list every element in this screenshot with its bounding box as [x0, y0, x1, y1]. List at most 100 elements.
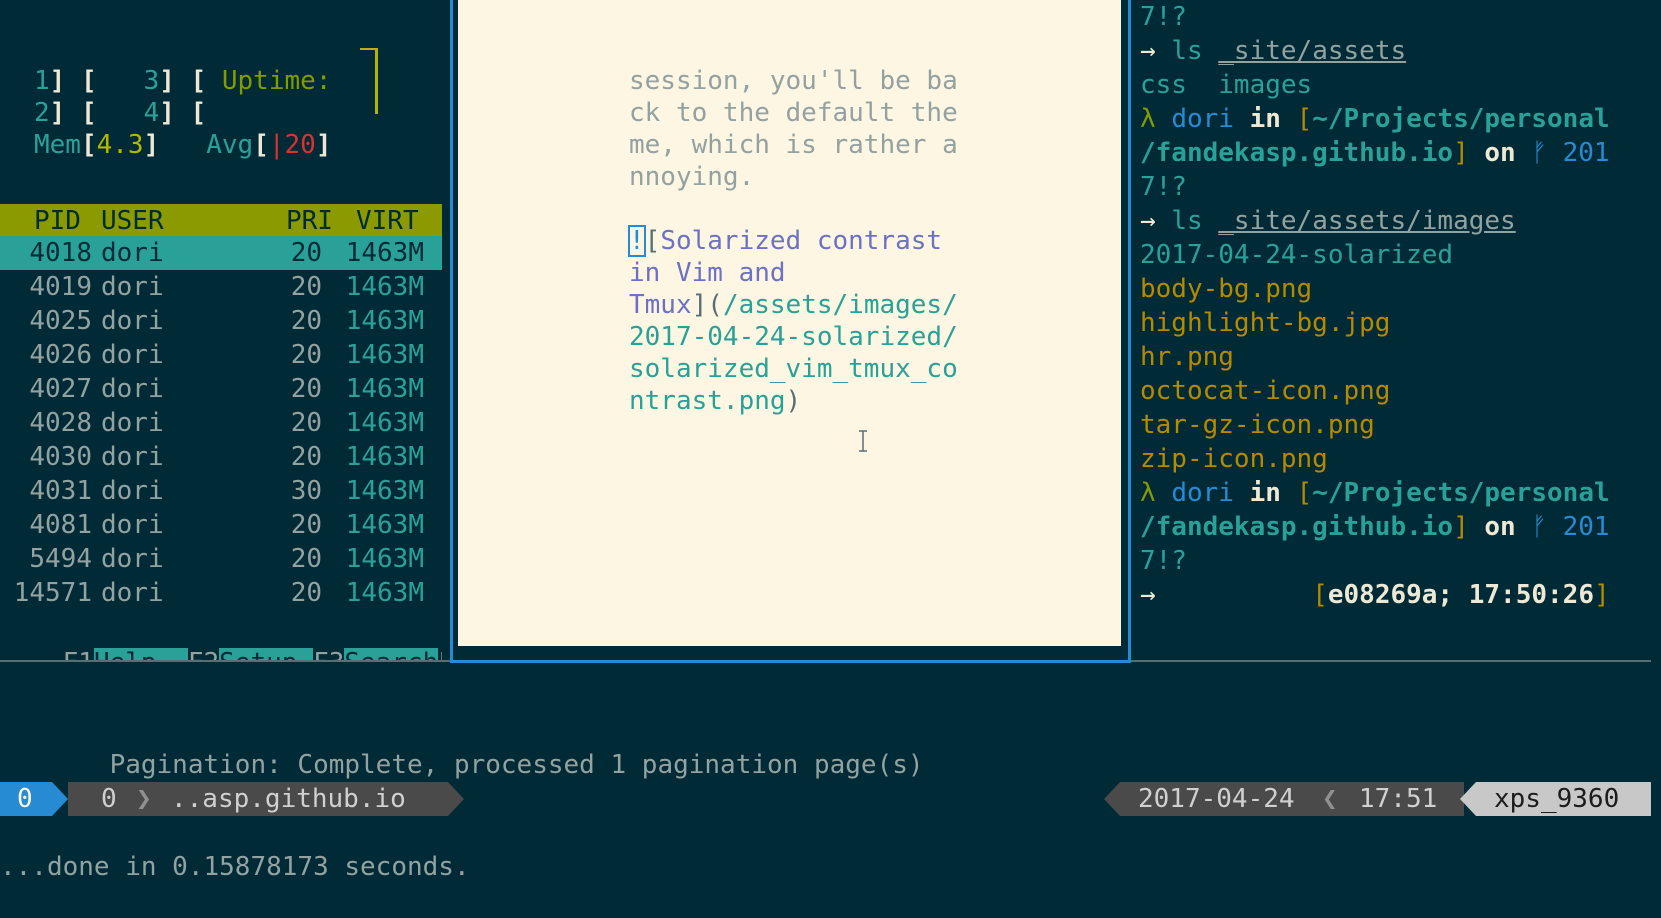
terminal-output: css images	[1140, 70, 1313, 100]
right-prompt: e08269a; 17:50:26	[1327, 580, 1594, 610]
htop-pane[interactable]: 1] [ 3] [ Uptime: 2] [ 4] [ Mem[4.3] Avg…	[0, 0, 442, 660]
text-line: ck to the default the	[629, 98, 958, 128]
markdown-image-line-1: ![Solarized contrast	[628, 225, 943, 257]
process-row[interactable]: 4026 dori 20 1463M	[0, 338, 442, 372]
process-priority: 20	[290, 374, 322, 404]
process-row[interactable]: 4030 dori 20 1463M	[0, 440, 442, 474]
process-priority: 20	[290, 544, 322, 574]
terminal-line: 7!?	[1140, 2, 1187, 32]
fkey-setup-button[interactable]: Setup	[219, 648, 314, 660]
tmux-window-active[interactable]: 0	[0, 782, 52, 816]
fkey-f3[interactable]: F3	[313, 648, 344, 660]
process-virt: 1463M	[345, 578, 424, 608]
shell-prompt-cont: /fandekasp.github.io] on ᚠ 201	[1140, 512, 1610, 542]
markdown-image-line-2: in Vim and	[629, 258, 786, 288]
fkey-f4[interactable]: F4	[438, 648, 442, 660]
process-row[interactable]: 4031 dori 30 1463M	[0, 474, 442, 508]
process-virt: 1463M	[345, 544, 424, 574]
mem-meter: Mem[4.3] Avg[|20]	[34, 130, 332, 160]
tmux-hostname: xps_9360	[1476, 782, 1651, 816]
fkey-search-button[interactable]: Search	[344, 648, 439, 660]
process-row[interactable]: 5494 dori 20 1463M	[0, 542, 442, 576]
column-header-pri[interactable]: PRI	[286, 204, 333, 238]
active-prompt-line[interactable]: → [e08269a; 17:50:26]	[1140, 578, 1661, 612]
process-user: dori	[101, 408, 164, 438]
column-header-pid[interactable]: PID	[34, 204, 81, 238]
process-virt: 1463M	[345, 340, 424, 370]
fkey-f2[interactable]: F2	[188, 648, 219, 660]
status-time: 17:51	[1359, 784, 1438, 814]
powerline-arrow-left-icon	[1460, 782, 1476, 816]
text-line: me, which is rather a	[629, 130, 958, 160]
process-user: dori	[101, 374, 164, 404]
process-virt: 1463M	[345, 476, 424, 506]
process-priority: 20	[290, 238, 322, 268]
text-cursor: !	[628, 225, 646, 257]
powerline-arrow-icon	[448, 782, 464, 816]
process-row[interactable]: 4027 dori 20 1463M	[0, 372, 442, 406]
vim-pane[interactable]: session, you'll be ba ck to the default …	[458, 0, 1121, 646]
process-virt: 1463M	[345, 408, 424, 438]
file-entry: body-bg.png	[1140, 274, 1313, 304]
hostname: xps_9360	[1494, 784, 1620, 814]
column-header-virt[interactable]: VIRT	[356, 204, 419, 238]
process-row[interactable]: 4028 dori 20 1463M	[0, 406, 442, 440]
column-header-user[interactable]: USER	[101, 204, 164, 238]
powerline-arrow-icon	[52, 782, 68, 816]
pane-border-left	[450, 0, 453, 663]
file-entry: zip-icon.png	[1140, 444, 1328, 474]
process-priority: 20	[290, 272, 322, 302]
process-pid: 4018	[29, 238, 92, 268]
process-pid: 4081	[29, 510, 92, 540]
file-entry: octocat-icon.png	[1140, 376, 1391, 406]
git-branch-icon: ᚠ	[1531, 512, 1547, 542]
shell-prompt-cont: /fandekasp.github.io] on ᚠ 201	[1140, 138, 1610, 168]
process-virt: 1463M	[345, 238, 424, 268]
terminal-line: 7!?	[1140, 172, 1187, 202]
process-user: dori	[101, 476, 164, 506]
pane-index: 0	[101, 784, 117, 814]
process-virt: 1463M	[345, 510, 424, 540]
process-priority: 30	[290, 476, 322, 506]
pane-divider	[1131, 660, 1651, 662]
pane-border-bottom	[450, 660, 1131, 663]
process-priority: 20	[290, 442, 322, 472]
process-table-header: PID USER PRI VIRT	[0, 204, 442, 238]
process-user: dori	[101, 340, 164, 370]
process-user: dori	[101, 510, 164, 540]
fkey-f1[interactable]: F1	[63, 648, 94, 660]
tmux-window-info[interactable]: 0 ❯ ..asp.github.io	[68, 782, 448, 816]
file-entry: 2017-04-24-solarized	[1140, 240, 1454, 270]
cpu-meter-1: 1] [ 3] [ Uptime:	[34, 66, 332, 96]
process-row[interactable]: 4025 dori 20 1463M	[0, 304, 442, 338]
process-row[interactable]: 4081 dori 20 1463M	[0, 508, 442, 542]
fkey-help-button[interactable]: Help	[93, 648, 188, 660]
process-row[interactable]: 4019 dori 20 1463M	[0, 270, 442, 304]
shell-pane[interactable]: 7!? → ls _site/assets css images λ dori …	[1140, 0, 1661, 660]
chevron-right-icon: ❯	[136, 784, 152, 814]
process-pid: 4031	[29, 476, 92, 506]
chevron-left-icon: ❮	[1322, 784, 1338, 814]
process-row[interactable]: 14571 dori 20 1463M	[0, 576, 442, 610]
process-row[interactable]: 4018 dori 20 1463M	[0, 236, 442, 270]
process-user: dori	[101, 442, 164, 472]
terminal-line: 7!?	[1140, 546, 1187, 576]
powerline-arrow-left-icon	[1104, 782, 1120, 816]
pane-divider	[0, 660, 450, 662]
process-virt: 1463M	[345, 306, 424, 336]
text-line: session, you'll be ba	[629, 66, 958, 96]
file-entry: hr.png	[1140, 342, 1234, 372]
process-pid: 4026	[29, 340, 92, 370]
markdown-image-line-6: ntrast.png)	[629, 386, 802, 416]
process-pid: 4025	[29, 306, 92, 336]
process-pid: 4019	[29, 272, 92, 302]
process-user: dori	[101, 272, 164, 302]
process-pid: 4027	[29, 374, 92, 404]
shell-prompt: λ dori in [~/Projects/personal	[1140, 478, 1610, 508]
process-priority: 20	[290, 408, 322, 438]
output-line: Pagination: Complete, processed 1 pagina…	[0, 750, 924, 780]
process-priority: 20	[290, 510, 322, 540]
process-user: dori	[101, 578, 164, 608]
process-user: dori	[101, 544, 164, 574]
terminal-command: → ls _site/assets	[1140, 36, 1407, 66]
